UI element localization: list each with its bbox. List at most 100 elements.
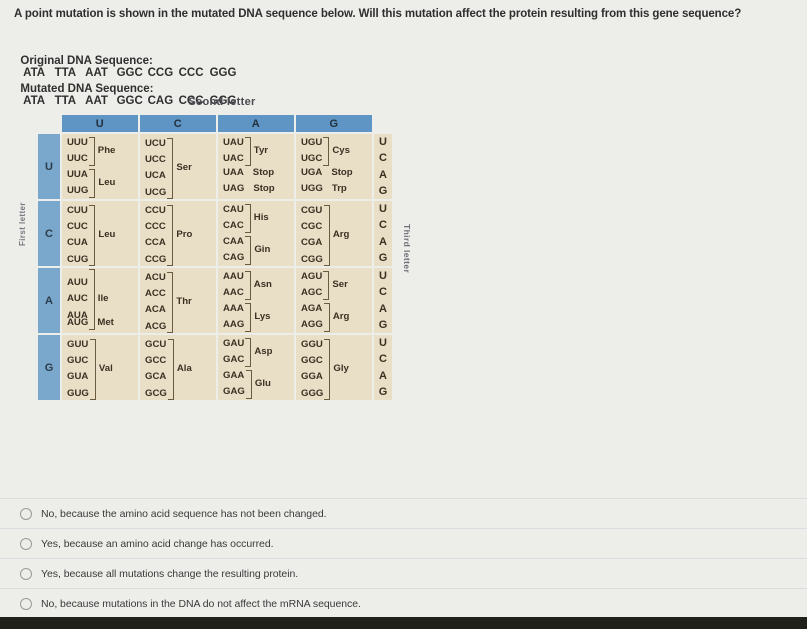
amino-acid-Arg: Arg xyxy=(332,229,350,241)
third-letter-column-G: UCAG xyxy=(374,335,392,400)
codon-group: UUA UUG Leu xyxy=(67,167,115,199)
codon-list: UAU UAC xyxy=(223,135,244,167)
answer-option-2[interactable]: Yes, because all mutations change the re… xyxy=(0,559,807,589)
bracket-icon xyxy=(324,338,331,400)
answer-option-1[interactable]: Yes, because an amino acid change has oc… xyxy=(0,529,807,559)
codon-CCA: CCA xyxy=(145,237,166,249)
bracket-icon xyxy=(323,136,330,166)
codon-CGA: CGA xyxy=(301,237,323,249)
third-letter-A: A xyxy=(379,235,387,248)
amino-acid-Asn: Asn xyxy=(253,279,272,291)
radio-button-0[interactable] xyxy=(20,507,32,520)
bracket-icon xyxy=(167,137,174,199)
codon-list: CUU CUC CUA CUG xyxy=(67,203,88,268)
codon-GCA: GCA xyxy=(145,371,167,383)
codon-UCA: UCA xyxy=(145,170,166,182)
answer-option-3[interactable]: No, because mutations in the DNA do not … xyxy=(0,589,807,619)
amino-acid-Tyr: Tyr xyxy=(253,145,269,157)
codon-AGG: AGG xyxy=(301,319,323,331)
codon-GUC: GUC xyxy=(67,355,89,367)
amino-acid-Gin: Gin xyxy=(254,244,271,256)
bracket-icon xyxy=(323,302,330,332)
amino-acid-His: His xyxy=(253,212,269,224)
codon-group: CAU CAC His xyxy=(223,202,269,234)
bracket-icon xyxy=(167,271,174,333)
codon-table-row-G: G GUU GUC GUA GUG Val GCU GCC GCA GCG Ala GAU GAC Asp… xyxy=(38,335,392,400)
codon-flat-UAA: UAA Stop xyxy=(223,167,274,178)
codon-UUU: UUU xyxy=(67,137,88,148)
bracket-icon xyxy=(245,337,252,367)
amino-acid-Stop: Stop xyxy=(331,167,353,178)
codon-GUG: GUG xyxy=(67,387,89,399)
codon-AGA: AGA xyxy=(301,303,323,314)
codon-UGA: UGA xyxy=(301,167,323,178)
third-letter-G: G xyxy=(378,385,388,398)
codon-ACU: ACU xyxy=(145,272,166,283)
amino-acid-Pro: Pro xyxy=(176,229,193,241)
codon-chart: Seond letter First letter Third letter U… xyxy=(18,96,412,446)
amino-acid-Cys: Cys xyxy=(332,145,350,157)
bracket-icon xyxy=(89,204,96,266)
codon-GAC: GAC xyxy=(223,354,245,366)
codon-list: AAU AAC xyxy=(223,269,244,301)
codon-CAC: CAC xyxy=(223,220,244,232)
codon-cell-GG: GGU GGC GGA GGG Gly xyxy=(296,335,372,400)
answer-label-3: No, because mutations in the DNA do not … xyxy=(41,597,361,610)
radio-button-3[interactable] xyxy=(20,597,32,610)
codon-cell-AG: AGU AGC Ser AGA AGG Arg xyxy=(296,268,372,333)
bracket-icon xyxy=(88,136,95,166)
radio-button-1[interactable] xyxy=(20,537,32,550)
codon-list: GAU GAC xyxy=(223,336,244,368)
codon-UUG: UUG xyxy=(67,185,89,197)
codon-UAA: UAA xyxy=(223,167,244,178)
codon-group: ACU ACC ACA ACG Thr xyxy=(145,270,192,335)
codon-CGU: CGU xyxy=(301,205,323,216)
answer-label-1: Yes, because an amino acid change has oc… xyxy=(41,537,274,550)
amino-acid-Gly: Gly xyxy=(333,363,349,375)
column-header-C: C xyxy=(140,115,216,132)
radio-button-2[interactable] xyxy=(20,567,32,580)
answer-option-0[interactable]: No, because the amino acid sequence has … xyxy=(0,498,807,529)
codon-GUU: GUU xyxy=(67,339,89,350)
codon-UCC: UCC xyxy=(145,154,166,166)
codon-UGG: UGG xyxy=(301,183,323,194)
codon-GAG: GAG xyxy=(223,386,245,398)
codon-cell-GA: GAU GAC Asp GAA GAG Glu xyxy=(218,335,294,400)
codon-CGG: CGG xyxy=(301,253,323,265)
codon-list: UUA UUG xyxy=(67,167,88,199)
codon-cell-UG: UGU UGC Cys UGA Stop UGG Trp xyxy=(296,134,372,199)
third-letter-G: G xyxy=(378,184,388,197)
codon-cell-AC: ACU ACC ACA ACG Thr xyxy=(140,268,216,333)
bracket-icon xyxy=(323,270,330,300)
codon-list: UUU UUC xyxy=(67,135,88,167)
second-letter-axis-label: Seond letter xyxy=(188,96,256,108)
codon-group: CUU CUC CUA CUG Leu xyxy=(67,203,115,268)
codon-table-row-C: C CUU CUC CUA CUG Leu CCU CCC CCA CCG Pro CAU CAC His… xyxy=(38,201,392,266)
codon-group: GCU GCC GCA GCG Ala xyxy=(145,337,192,402)
codon-GAA: GAA xyxy=(223,370,245,381)
amino-acid-Phe: Phe xyxy=(97,145,116,157)
codon-CCU: CCU xyxy=(145,205,166,216)
bracket-icon xyxy=(245,369,252,399)
codon-AAU: AAU xyxy=(223,271,244,282)
third-letter-U: U xyxy=(379,136,387,149)
codon-cell-CA: CAU CAC His CAA CAG Gin xyxy=(218,201,294,266)
third-letter-G: G xyxy=(378,251,388,264)
codon-UCG: UCG xyxy=(145,186,167,198)
amino-acid-Leu: Leu xyxy=(98,229,116,241)
codon-GGG: GGG xyxy=(301,387,324,399)
third-letter-C: C xyxy=(379,152,387,165)
amino-acid-Glu: Glu xyxy=(254,378,271,390)
codon-group: UCU UCC UCA UCG Ser xyxy=(145,136,192,201)
row-label-A: A xyxy=(38,268,60,333)
codon-GCU: GCU xyxy=(145,339,167,350)
codon-group: GAU GAC Asp xyxy=(223,336,272,368)
codon-cell-UU: UUU UUC Phe UUA UUG Leu xyxy=(62,134,138,199)
amino-acid-Val: Val xyxy=(98,363,113,375)
codon-table-header-row: UCAG xyxy=(38,115,392,132)
amino-acid-Met: Met xyxy=(97,317,114,328)
third-letter-column-U: UCAG xyxy=(374,134,392,199)
codon-group: GUU GUC GUA GUG Val xyxy=(67,337,113,402)
bracket-icon xyxy=(244,136,251,166)
codon-UAG: UAG xyxy=(223,183,245,194)
